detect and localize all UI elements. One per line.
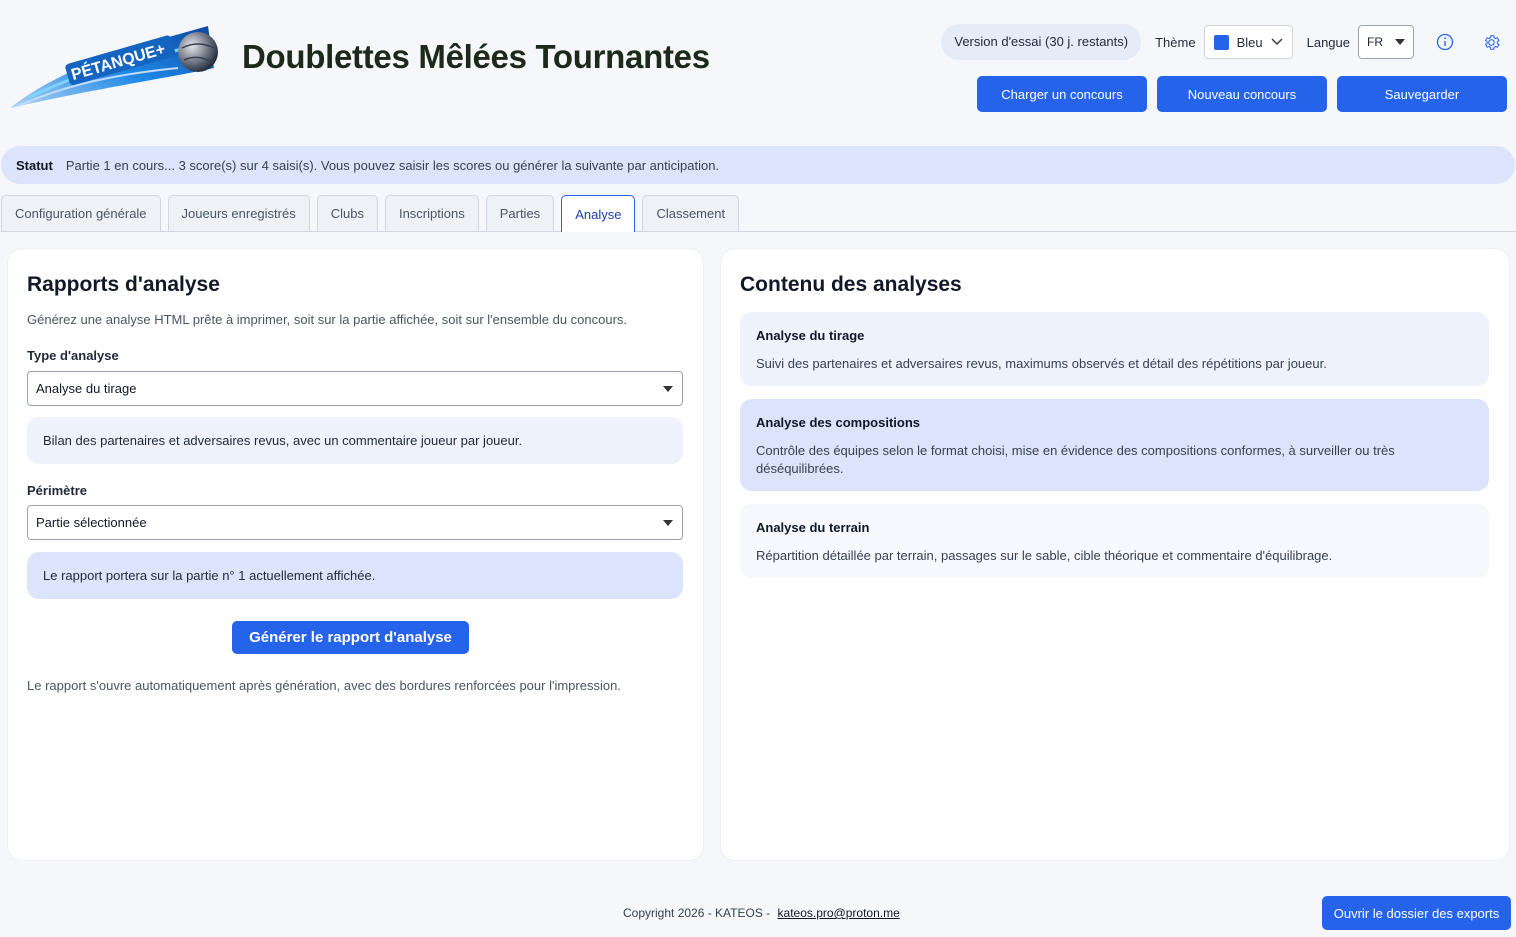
contents-title: Contenu des analyses <box>740 273 962 296</box>
item-text: Répartition détaillée par terrain, passa… <box>756 548 1333 563</box>
reports-description: Générez une analyse HTML prête à imprime… <box>27 312 628 327</box>
item-title: Analyse des compositions <box>756 415 920 430</box>
dropdown-arrow-icon <box>663 385 673 392</box>
copyright: Copyright 2026 - KATEOS - kateos.pro@pro… <box>623 906 900 920</box>
copyright-text: Copyright 2026 - KATEOS - <box>623 906 774 920</box>
tab-registered-players[interactable]: Joueurs enregistrés <box>167 195 310 231</box>
reports-panel: Rapports d'analyse Générez une analyse H… <box>8 249 703 860</box>
analysis-type-value: Analyse du tirage <box>36 381 137 396</box>
scope-label: Périmètre <box>27 483 87 498</box>
lang-label: Langue <box>1306 34 1350 50</box>
gear-icon[interactable] <box>1480 31 1502 53</box>
item-text: Contrôle des équipes selon le format cho… <box>756 443 1395 476</box>
list-item: Analyse des compositions Contrôle des éq… <box>740 399 1489 491</box>
new-contest-button[interactable]: Nouveau concours <box>1157 76 1327 112</box>
tab-games[interactable]: Parties <box>485 195 555 231</box>
list-item: Analyse du tirage Suivi des partenaires … <box>740 312 1489 386</box>
theme-label: Thème <box>1155 34 1196 50</box>
item-title: Analyse du terrain <box>756 520 870 535</box>
list-item: Analyse du terrain Répartition détaillée… <box>740 504 1489 578</box>
tab-configuration[interactable]: Configuration générale <box>1 195 161 231</box>
app-logo: PÉTANQUE+ <box>8 18 226 114</box>
item-title: Analyse du tirage <box>756 328 865 343</box>
header-actions: Charger un concours Nouveau concours Sau… <box>967 76 1507 112</box>
top-controls: Version d'essai (30 j. restants) Thème B… <box>941 24 1502 60</box>
load-contest-button[interactable]: Charger un concours <box>977 76 1147 112</box>
theme-value: Bleu <box>1236 34 1263 50</box>
open-exports-folder-button[interactable]: Ouvrir le dossier des exports <box>1322 896 1511 930</box>
scope-hint: Le rapport portera sur la partie n° 1 ac… <box>27 552 683 599</box>
tab-ranking[interactable]: Classement <box>642 195 740 231</box>
main-tabs: Configuration générale Joueurs enregistr… <box>1 195 1516 232</box>
item-text: Suivi des partenaires et adversaires rev… <box>756 356 1327 371</box>
scope-select[interactable]: Partie sélectionnée <box>27 505 683 540</box>
reports-title: Rapports d'analyse <box>27 273 220 296</box>
generate-report-button[interactable]: Générer le rapport d'analyse <box>232 621 469 654</box>
status-bar: Statut Partie 1 en cours... 3 score(s) s… <box>1 146 1515 184</box>
analysis-type-select[interactable]: Analyse du tirage <box>27 371 683 406</box>
analysis-type-hint: Bilan des partenaires et adversaires rev… <box>27 417 683 464</box>
app-title: Doublettes Mêlées Tournantes <box>242 38 710 75</box>
theme-select[interactable]: Bleu <box>1203 25 1293 59</box>
dropdown-arrow-icon <box>1395 39 1405 45</box>
dropdown-arrow-icon <box>663 519 673 526</box>
trial-badge: Version d'essai (30 j. restants) <box>941 24 1142 60</box>
save-button[interactable]: Sauvegarder <box>1337 76 1507 112</box>
analysis-contents-panel: Contenu des analyses Analyse du tirage S… <box>721 249 1509 860</box>
scope-value: Partie sélectionnée <box>36 515 147 530</box>
tab-clubs[interactable]: Clubs <box>316 195 378 231</box>
language-select[interactable]: FR <box>1358 25 1414 59</box>
theme-color-swatch <box>1213 34 1229 50</box>
tab-registrations[interactable]: Inscriptions <box>384 195 479 231</box>
tab-analysis[interactable]: Analyse <box>561 195 636 232</box>
reports-footnote: Le rapport s'ouvre automatiquement après… <box>27 678 621 693</box>
status-label: Statut <box>16 157 53 173</box>
contact-email-link[interactable]: kateos.pro@proton.me <box>778 906 900 920</box>
analysis-type-label: Type d'analyse <box>27 348 119 363</box>
chevron-down-icon <box>1271 38 1283 45</box>
language-value: FR <box>1367 35 1383 49</box>
status-text: Partie 1 en cours... 3 score(s) sur 4 sa… <box>65 157 720 173</box>
info-icon[interactable] <box>1434 31 1456 53</box>
